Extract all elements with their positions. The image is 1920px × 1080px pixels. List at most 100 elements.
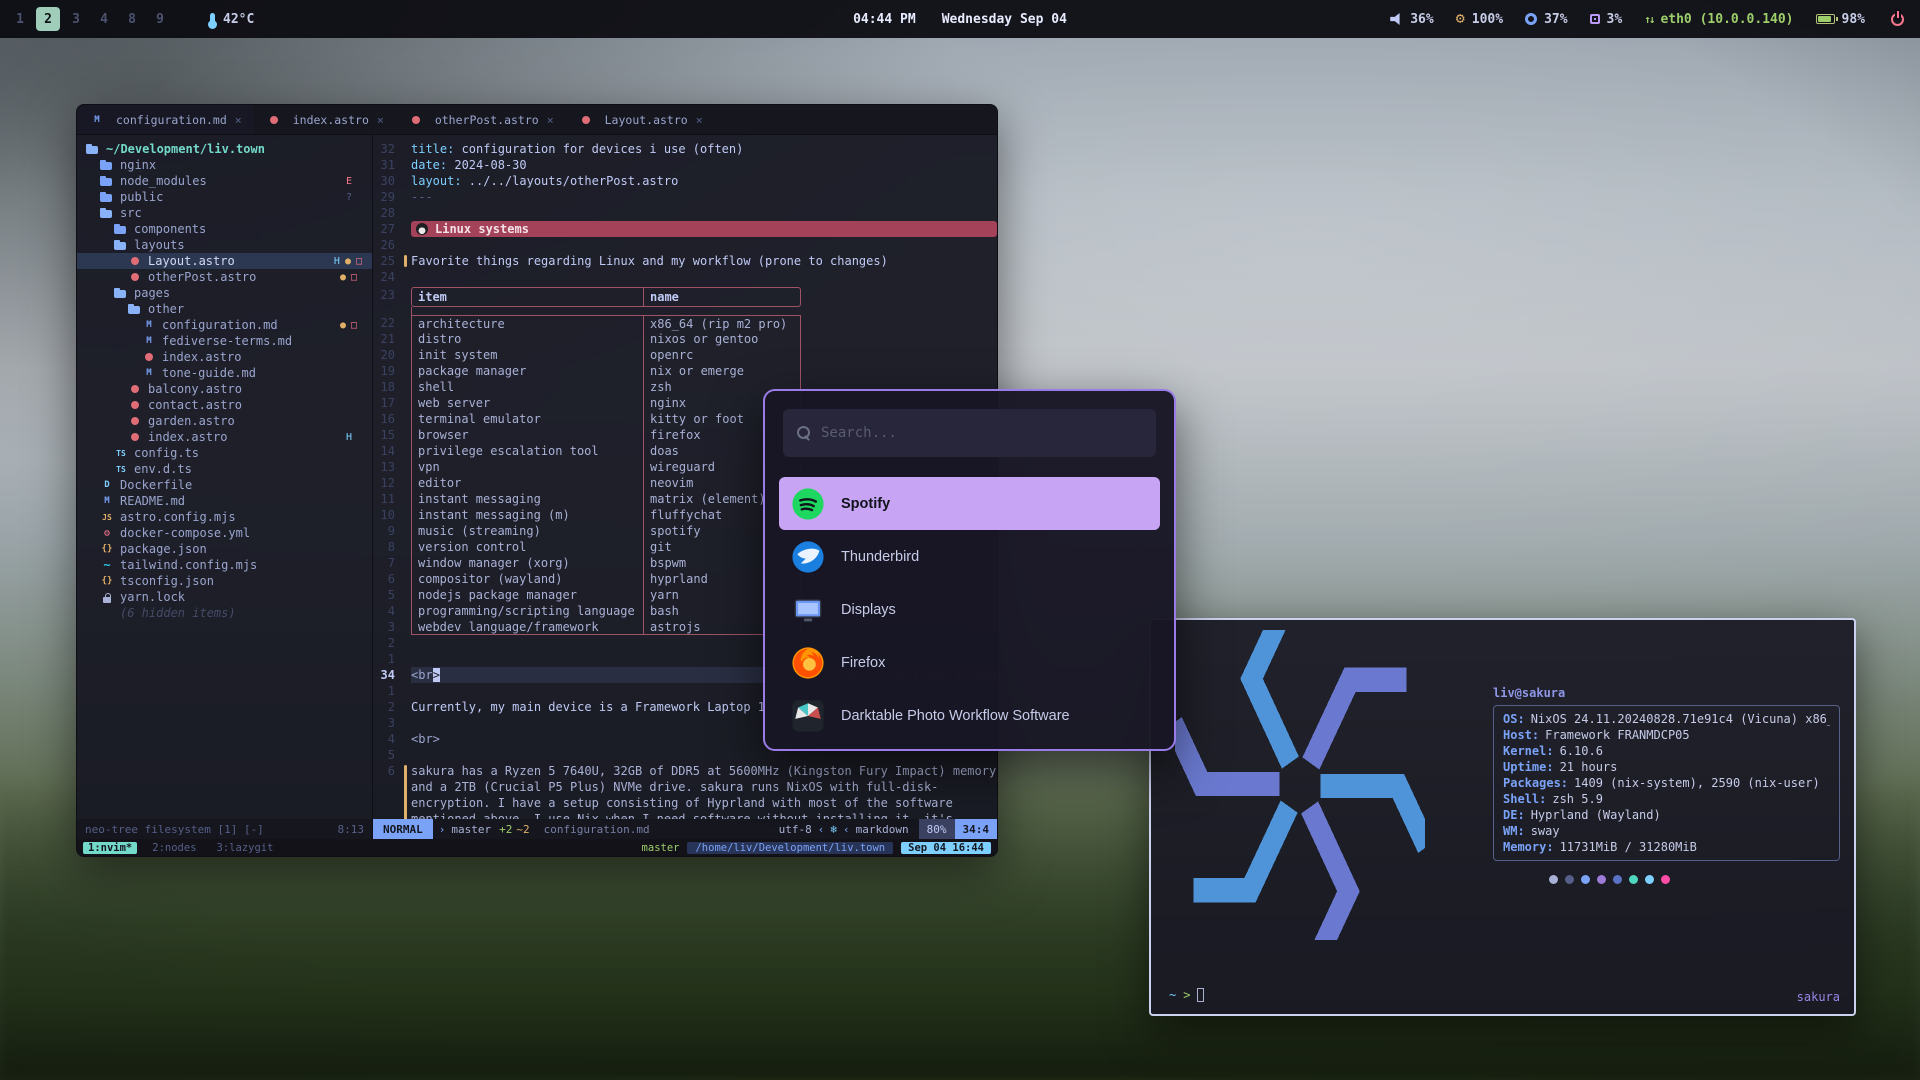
tree-item-label: Layout.astro	[148, 254, 235, 268]
workspace-button[interactable]: 2	[36, 7, 60, 31]
separator-icon: ‹	[843, 823, 850, 836]
tree-item-label: layouts	[134, 238, 185, 252]
tree-item[interactable]: env.d.ts	[77, 461, 372, 477]
tree-item[interactable]: other	[77, 301, 372, 317]
tree-item[interactable]: Dockerfile	[77, 477, 372, 493]
line-number: 1	[373, 683, 403, 699]
tree-item[interactable]: public ?	[77, 189, 372, 205]
tree-item[interactable]: (6 hidden items)	[77, 605, 372, 621]
git-blame-text	[801, 316, 811, 330]
tree-item[interactable]: Layout.astro H ● □	[77, 253, 372, 269]
shell-prompt[interactable]: ~ >	[1169, 988, 1204, 1002]
volume-module[interactable]: 36%	[1390, 12, 1433, 27]
workspace-button[interactable]: 1	[8, 7, 32, 31]
close-tab-icon[interactable]: ×	[547, 113, 554, 127]
separator-icon: ‹	[818, 823, 825, 836]
gitsign-column	[403, 443, 411, 459]
workspace-button[interactable]: 3	[64, 7, 88, 31]
workspace-button[interactable]: 8	[120, 7, 144, 31]
disk-module[interactable]: 37%	[1525, 12, 1567, 27]
launcher-item-spotify[interactable]: Spotify	[779, 477, 1160, 530]
launcher-item-firefox[interactable]: Firefox	[779, 636, 1160, 689]
tree-item[interactable]: config.ts	[77, 445, 372, 461]
workspace-button[interactable]: 4	[92, 7, 116, 31]
gitsign-column	[403, 715, 411, 731]
editor-tab[interactable]: Layout.astro ×	[566, 105, 715, 134]
app-launcher: Spotify Thunderbird Displays Firefox	[763, 389, 1176, 751]
clock-module[interactable]: 04:44 PM Wednesday Sep 04	[853, 0, 1067, 38]
tree-item[interactable]: otherPost.astro ● □	[77, 269, 372, 285]
editor-tab[interactable]: configuration.md ×	[77, 105, 254, 134]
tmux-window-2[interactable]: 2:nodes	[147, 842, 201, 854]
tree-item[interactable]: configuration.md ● □	[77, 317, 372, 333]
tree-item[interactable]: package.json	[77, 541, 372, 557]
gitsign-column	[403, 189, 411, 205]
file-icon	[127, 429, 143, 445]
tree-item[interactable]: pages	[77, 285, 372, 301]
launcher-item-displays[interactable]: Displays	[779, 583, 1160, 636]
file-icon	[141, 349, 157, 365]
editor-tab[interactable]: index.astro ×	[254, 105, 396, 134]
tree-item[interactable]: components	[77, 221, 372, 237]
filetype-icon	[266, 112, 282, 128]
gitsign-column	[403, 491, 411, 507]
temperature-module[interactable]: 42°C	[210, 12, 254, 27]
network-module[interactable]: ↑↓ eth0 (10.0.0.140)	[1644, 12, 1793, 27]
file-icon	[99, 525, 115, 541]
tree-item[interactable]: docker-compose.yml	[77, 525, 372, 541]
disk-value: 37%	[1544, 12, 1567, 27]
launcher-item-darktable[interactable]: Darktable Photo Workflow Software	[779, 689, 1160, 742]
tree-item[interactable]: astro.config.mjs	[77, 509, 372, 525]
gitsign-column	[403, 635, 411, 651]
cpu-module[interactable]: 3%	[1590, 12, 1623, 27]
tree-item[interactable]: index.astro	[77, 349, 372, 365]
close-tab-icon[interactable]: ×	[377, 113, 384, 127]
tree-item[interactable]: node_modules E	[77, 173, 372, 189]
tree-item-label: balcony.astro	[148, 382, 242, 396]
line-number: 25	[373, 253, 403, 269]
tree-item[interactable]: ~/Development/liv.town	[77, 141, 372, 157]
line-number: 31	[373, 157, 403, 173]
tmux-window-3[interactable]: 3:lazygit	[212, 842, 279, 854]
line-number: 4	[373, 731, 403, 747]
launcher-item-thunderbird[interactable]: Thunderbird	[779, 530, 1160, 583]
line-number: 1	[373, 651, 403, 667]
search-input[interactable]	[821, 425, 1142, 441]
line-number: 6	[373, 571, 403, 587]
workspace-button[interactable]: 9	[148, 7, 172, 31]
palette-dot	[1597, 875, 1606, 884]
tree-item[interactable]: src	[77, 205, 372, 221]
close-tab-icon[interactable]: ×	[696, 113, 703, 127]
tree-item[interactable]: README.md	[77, 493, 372, 509]
tree-item[interactable]: tone-guide.md	[77, 365, 372, 381]
tree-item[interactable]: balcony.astro	[77, 381, 372, 397]
tree-item-label: tone-guide.md	[162, 366, 256, 380]
tree-item-label: tsconfig.json	[120, 574, 214, 588]
tree-item[interactable]: layouts	[77, 237, 372, 253]
firefox-icon	[791, 646, 825, 680]
tree-item[interactable]: yarn.lock	[77, 589, 372, 605]
tree-item[interactable]: fediverse-terms.md	[77, 333, 372, 349]
file-icon	[127, 413, 143, 429]
tree-item[interactable]: garden.astro	[77, 413, 372, 429]
power-button[interactable]	[1891, 13, 1904, 26]
tmux-window-1[interactable]: 1:nvim*	[83, 842, 137, 854]
close-tab-icon[interactable]: ×	[235, 113, 242, 127]
tab-label: otherPost.astro	[435, 113, 539, 127]
tree-item[interactable]: contact.astro	[77, 397, 372, 413]
brightness-module[interactable]: 100%	[1456, 11, 1503, 27]
tmux-statusbar: 1:nvim* 2:nodes 3:lazygit master /home/l…	[77, 839, 997, 856]
tree-item[interactable]: index.astro H	[77, 429, 372, 445]
line-number: 4	[373, 603, 403, 619]
tree-item[interactable]: tsconfig.json	[77, 573, 372, 589]
tree-item[interactable]: tailwind.config.mjs	[77, 557, 372, 573]
editor-tab[interactable]: otherPost.astro ×	[396, 105, 566, 134]
git-blame-text	[801, 364, 811, 378]
line-number: 22	[373, 315, 403, 331]
gitsign-column	[403, 747, 411, 763]
git-blame-text	[823, 190, 833, 204]
launcher-search[interactable]	[783, 409, 1156, 457]
tree-item[interactable]: nginx	[77, 157, 372, 173]
file-icon	[141, 333, 157, 349]
battery-module[interactable]: 98%	[1816, 12, 1865, 27]
